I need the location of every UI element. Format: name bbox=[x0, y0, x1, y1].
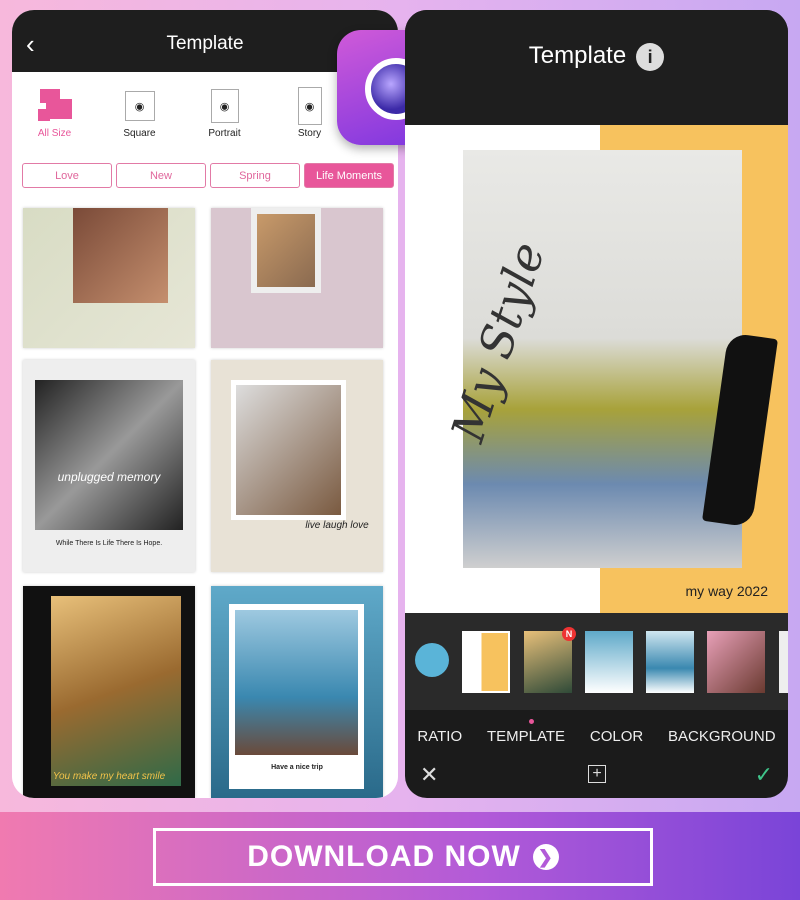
instagram-icon: ◉ bbox=[297, 87, 322, 125]
size-portrait[interactable]: ◉ Portrait bbox=[190, 84, 260, 139]
store-icon[interactable] bbox=[415, 643, 449, 677]
close-icon[interactable]: ✕ bbox=[420, 762, 438, 788]
check-icon[interactable]: ✓ bbox=[755, 762, 773, 788]
new-badge: N bbox=[562, 627, 576, 641]
instagram-icon: ◉ bbox=[210, 89, 239, 123]
size-story[interactable]: ◉ Story bbox=[275, 84, 345, 139]
template-thumb[interactable] bbox=[779, 631, 788, 693]
template-thumb[interactable]: N bbox=[524, 627, 576, 693]
size-label: Portrait bbox=[208, 128, 241, 139]
tab-color[interactable]: COLOR bbox=[590, 728, 643, 745]
download-banner: DOWNLOAD NOW ❯ bbox=[0, 812, 800, 900]
tile-text: Have a nice trip bbox=[271, 764, 323, 771]
tile-text: unplugged memory bbox=[57, 470, 161, 484]
template-tile[interactable]: You make my heart smile bbox=[23, 586, 195, 798]
size-square[interactable]: ◉ Square bbox=[105, 84, 175, 139]
template-thumb[interactable] bbox=[462, 631, 510, 693]
caption-text: my way 2022 bbox=[685, 583, 768, 599]
active-tab-indicator bbox=[529, 719, 534, 724]
size-label: Square bbox=[123, 128, 156, 139]
size-label: All Size bbox=[37, 128, 72, 139]
chevron-right-icon: ❯ bbox=[532, 844, 559, 870]
chip-spring[interactable]: Spring bbox=[210, 163, 300, 188]
header: Template i bbox=[405, 10, 788, 125]
tile-text: live laugh love bbox=[305, 520, 369, 531]
tab-template[interactable]: TEMPLATE bbox=[487, 728, 565, 745]
right-phone-template-editor: Template i My Style my way 2022 N RATIO T… bbox=[405, 10, 788, 798]
add-icon[interactable]: + bbox=[588, 765, 606, 783]
all-size-icon bbox=[37, 89, 72, 123]
instagram-icon: ◉ bbox=[124, 91, 155, 121]
page-title: Template bbox=[166, 33, 244, 54]
template-thumb[interactable] bbox=[707, 631, 765, 693]
download-label: DOWNLOAD NOW bbox=[247, 840, 521, 873]
template-strip: N bbox=[405, 613, 788, 710]
template-grid: unplugged memory While There Is Life Ther… bbox=[12, 200, 398, 798]
download-now-button[interactable]: DOWNLOAD NOW ❯ bbox=[153, 828, 653, 886]
tab-ratio[interactable]: RATIO bbox=[417, 728, 462, 745]
back-icon[interactable]: ‹ bbox=[26, 10, 35, 78]
template-thumb[interactable] bbox=[646, 631, 694, 693]
template-tile[interactable] bbox=[211, 208, 383, 348]
tab-background[interactable]: BACKGROUND bbox=[668, 728, 776, 745]
page-title: Template bbox=[528, 42, 627, 69]
chip-new[interactable]: New bbox=[116, 163, 206, 188]
template-tile[interactable]: live laugh love bbox=[211, 360, 383, 572]
size-label: Story bbox=[297, 128, 322, 139]
chip-life-moments[interactable]: Life Moments bbox=[304, 163, 394, 188]
chip-love[interactable]: Love bbox=[22, 163, 112, 188]
editor-canvas[interactable]: My Style my way 2022 bbox=[405, 125, 788, 613]
size-all[interactable]: All Size bbox=[20, 84, 90, 139]
template-tile[interactable]: unplugged memory While There Is Life Ther… bbox=[23, 360, 195, 572]
template-tile[interactable] bbox=[23, 208, 195, 348]
info-icon[interactable]: i bbox=[636, 42, 665, 71]
tile-text: You make my heart smile bbox=[52, 771, 166, 782]
template-tile[interactable]: Have a nice trip bbox=[211, 586, 383, 798]
template-thumb[interactable] bbox=[585, 631, 633, 693]
tile-text: While There Is Life There Is Hope. bbox=[55, 540, 163, 547]
